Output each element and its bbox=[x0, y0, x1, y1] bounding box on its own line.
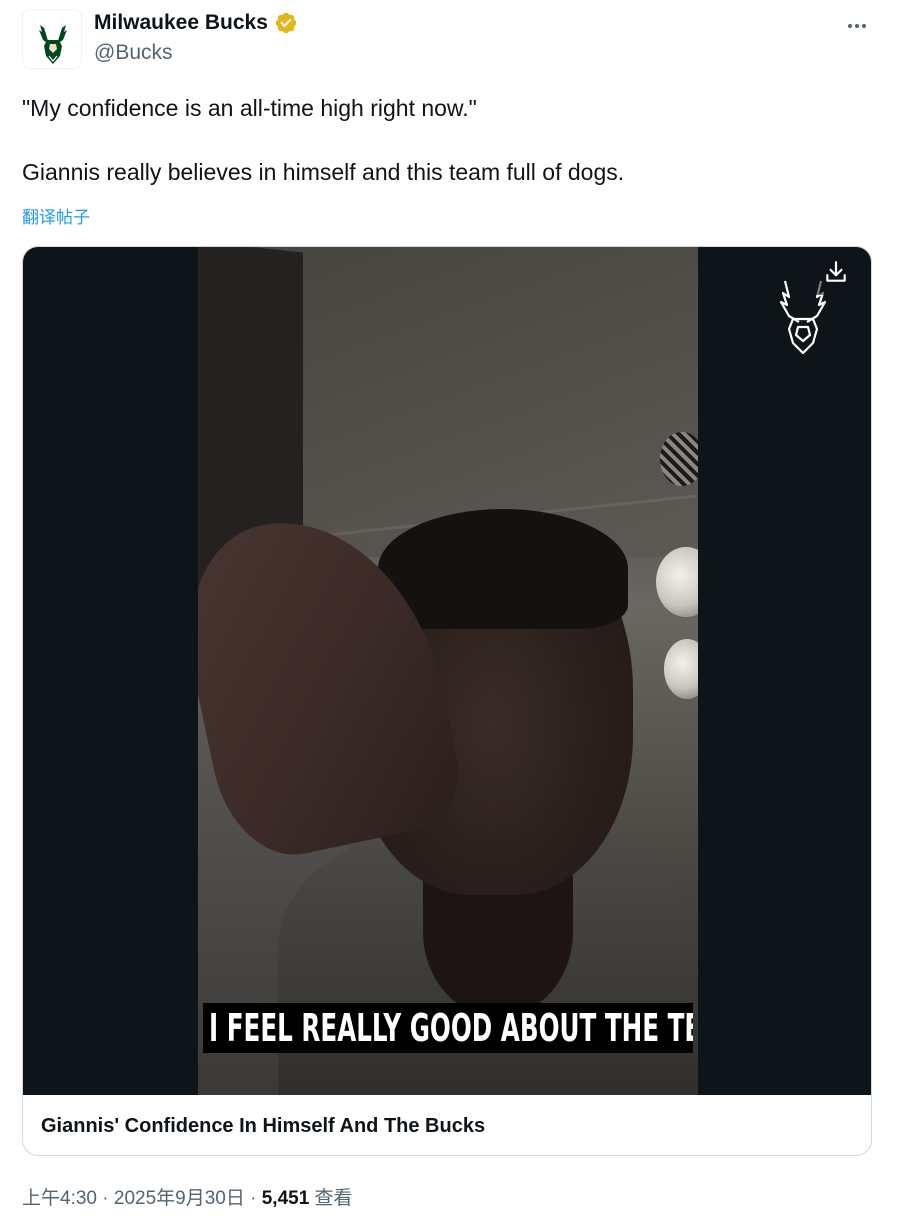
download-button[interactable] bbox=[802, 249, 870, 295]
vent-icon bbox=[660, 432, 698, 486]
dot-icon bbox=[848, 24, 852, 28]
handle[interactable]: @Bucks bbox=[94, 41, 173, 65]
tweet-date[interactable]: 2025年9月30日 bbox=[114, 1188, 245, 1209]
media-card[interactable]: I FEEL REALLY GOOD ABOUT THE TEAM. Giann… bbox=[22, 246, 872, 1156]
translate-post-link[interactable]: 翻译帖子 bbox=[22, 203, 90, 228]
card-title[interactable]: Giannis' Confidence In Himself And The B… bbox=[41, 1115, 485, 1138]
tweet-time[interactable]: 上午4:30 bbox=[22, 1188, 97, 1209]
video-caption: I FEEL REALLY GOOD ABOUT THE TEAM. bbox=[203, 1003, 693, 1053]
video-caption-text: I FEEL REALLY GOOD ABOUT THE TEAM. bbox=[209, 1006, 693, 1050]
display-name[interactable]: Milwaukee Bucks bbox=[94, 11, 268, 35]
tweet-meta: 上午4:30 · 2025年9月30日 · 5,451 查看 bbox=[22, 1183, 353, 1210]
avatar[interactable] bbox=[22, 9, 82, 69]
bucks-deer-logo-icon bbox=[39, 18, 67, 64]
views-count[interactable]: 5,451 bbox=[262, 1188, 310, 1209]
more-options-button[interactable] bbox=[837, 11, 877, 41]
dot-icon bbox=[862, 24, 866, 28]
video-player[interactable]: I FEEL REALLY GOOD ABOUT THE TEAM. bbox=[23, 247, 871, 1095]
meta-separator: · bbox=[244, 1188, 262, 1209]
meta-separator: · bbox=[96, 1188, 114, 1209]
tweet-header: Milwaukee Bucks @Bucks bbox=[22, 9, 877, 69]
download-icon bbox=[826, 261, 846, 282]
verified-badge-icon[interactable] bbox=[274, 11, 298, 35]
dot-icon bbox=[855, 24, 859, 28]
video-frame bbox=[198, 247, 698, 1095]
tweet-text: "My confidence is an all-time high right… bbox=[22, 95, 625, 185]
views-label: 查看 bbox=[309, 1188, 353, 1209]
